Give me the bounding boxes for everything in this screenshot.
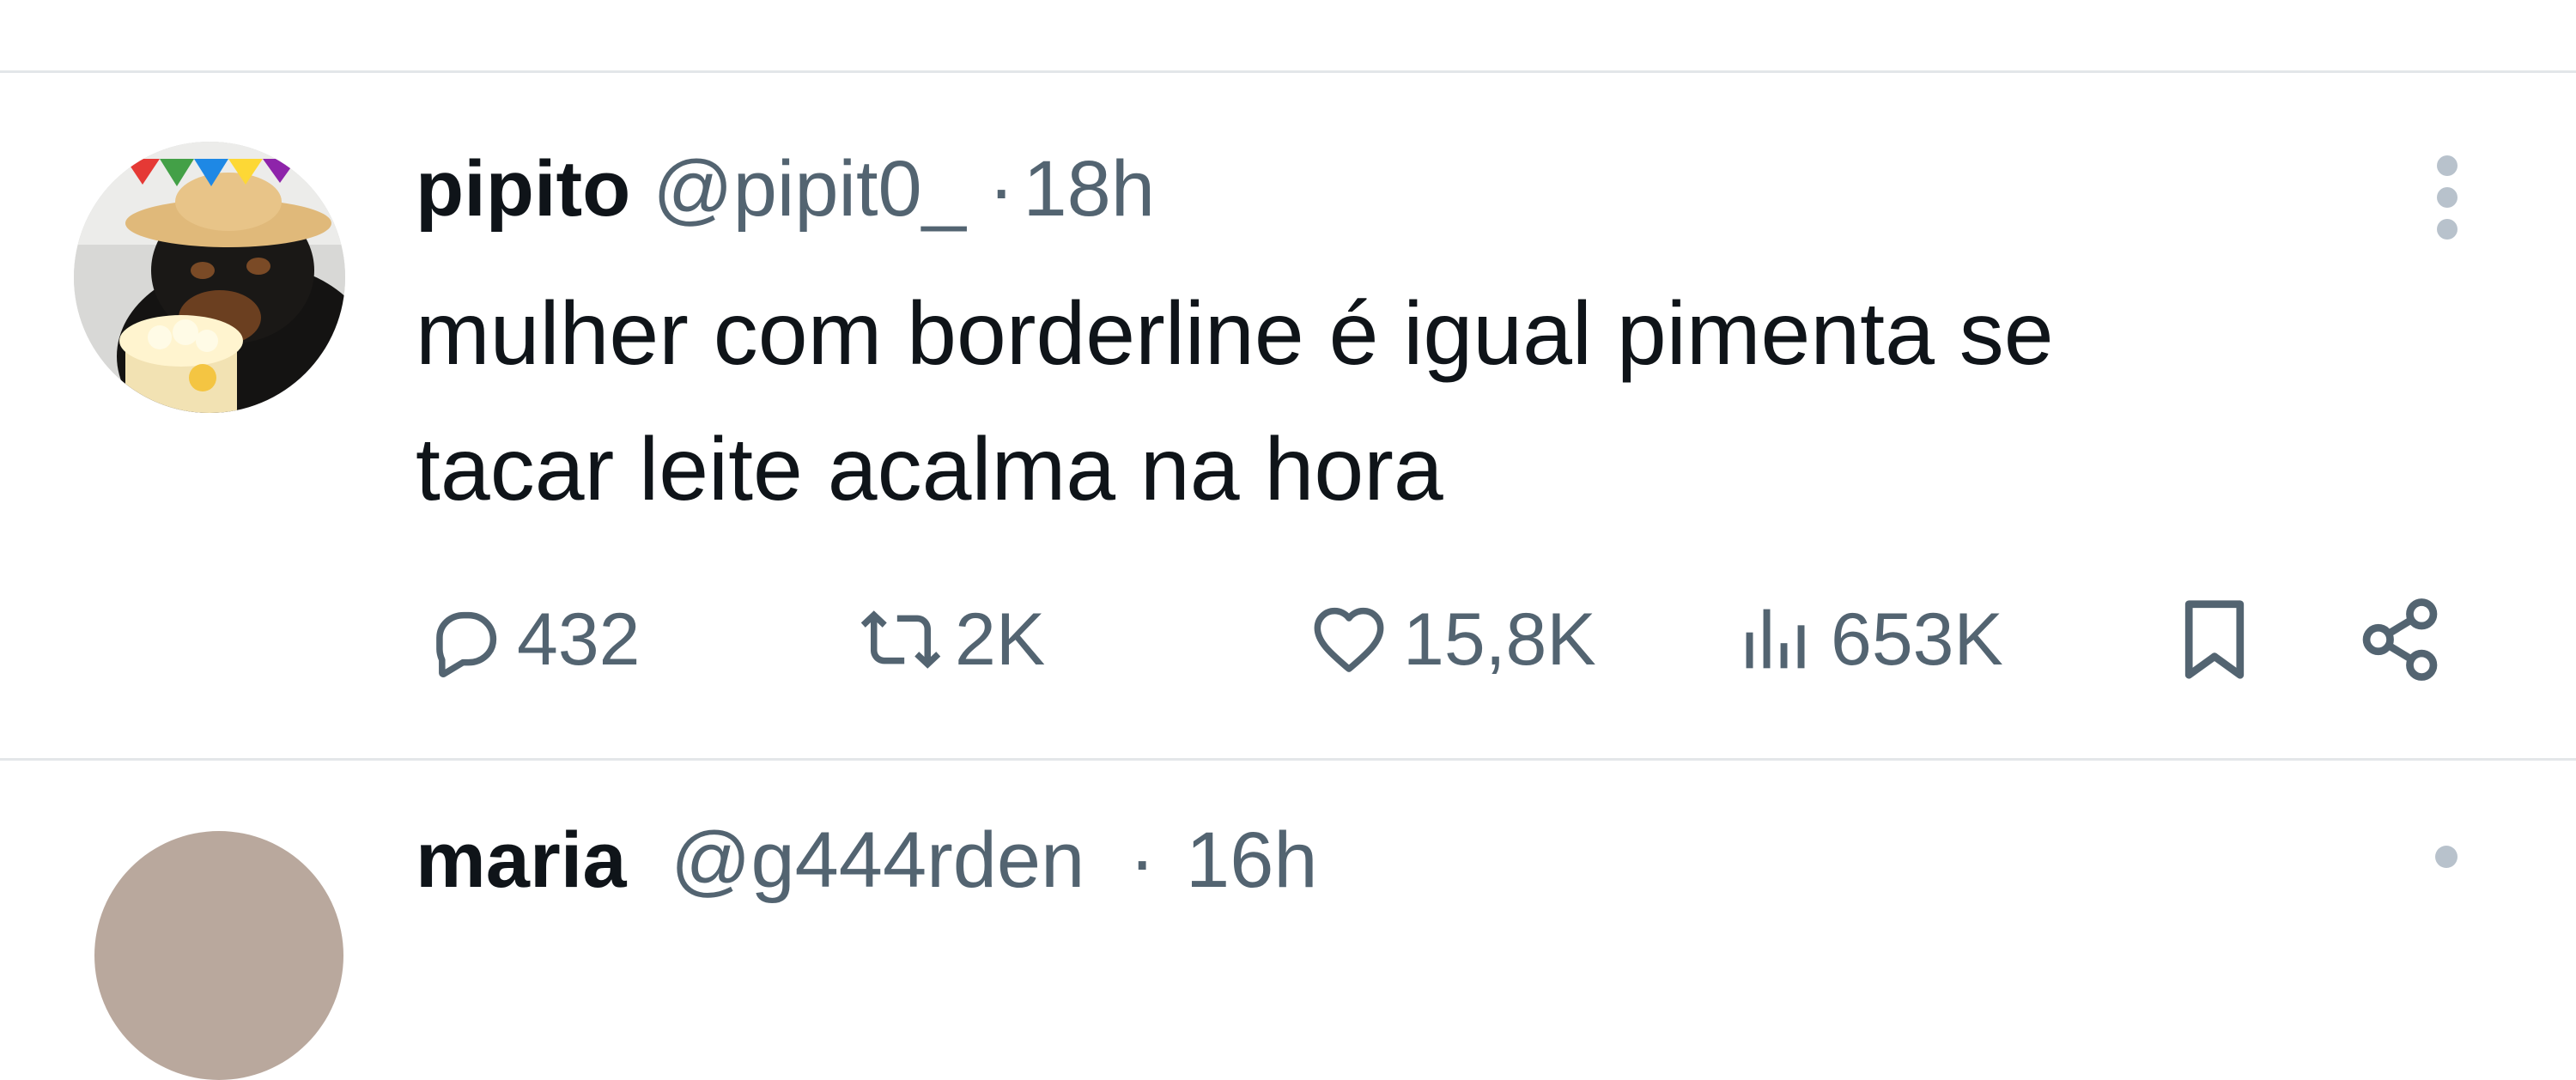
bottom-divider [0,758,2576,761]
user-handle[interactable]: @pipit0_ [653,144,966,234]
avatar[interactable] [74,142,345,413]
tweet-text: mulher com borderline é igual pimenta se… [416,266,2391,537]
separator-dot: · [987,144,1015,233]
share-button[interactable] [2353,584,2447,695]
top-divider [0,70,2576,73]
reply-button[interactable]: 432 [416,584,641,695]
tweet-header: pipito @pipit0_ · 18h [416,137,1155,240]
next-avatar[interactable] [94,831,343,1080]
more-vertical-icon [2437,155,2458,240]
next-display-name[interactable]: maria [416,816,627,904]
next-more-options-button[interactable] [2435,846,2458,868]
next-user-handle[interactable]: @g444rden [671,816,1084,904]
views-count: 653K [1831,598,2003,681]
tweet-text-line-1: mulher com borderline é igual pimenta se [416,284,2054,384]
heart-icon [1314,607,1384,672]
bookmark-button[interactable] [2167,584,2262,695]
reply-icon [436,611,497,677]
display-name[interactable]: pipito [416,144,630,234]
tweet-text-line-2: tacar leite acalma na hora [416,420,1443,519]
avatar-image [74,142,345,413]
reply-count: 432 [517,598,641,681]
timestamp[interactable]: 18h [1024,144,1156,234]
more-options-button[interactable] [2396,146,2499,249]
share-icon [2362,598,2438,681]
retweet-icon [860,610,941,669]
views-icon [1746,609,1805,669]
action-bar: 432 2K 15,8K 653K [416,584,2511,695]
next-tweet-header: maria @g444rden · 16h [416,816,1318,906]
views-button[interactable]: 653K [1729,584,2003,695]
like-button[interactable]: 15,8K [1302,584,1596,695]
bookmark-icon [2184,600,2245,679]
next-separator-dot: · [1128,816,1156,904]
retweet-count: 2K [955,598,1046,681]
retweet-button[interactable]: 2K [854,584,1045,695]
like-count: 15,8K [1403,598,1596,681]
next-timestamp[interactable]: 16h [1186,816,1318,904]
